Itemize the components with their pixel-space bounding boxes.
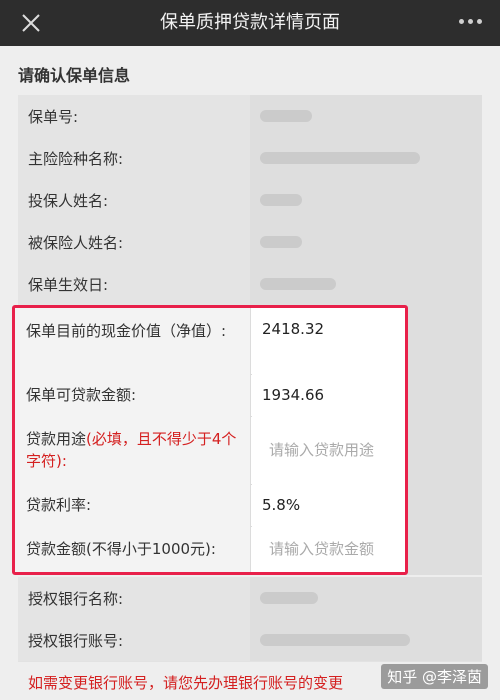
loan-highlight-box: 保单目前的现金价值（净值）: 2418.32 保单可贷款金额: 1934.66 …	[12, 305, 408, 575]
amount-label: 贷款金额(不得小于1000元):	[15, 526, 251, 572]
row-loan-amount: 贷款金额(不得小于1000元):	[15, 526, 405, 572]
cash-value-label: 保单目前的现金价值（净值）:	[15, 308, 251, 374]
rate-value: 5.8%	[252, 484, 405, 526]
row-policyholder-name: 投保人姓名:	[18, 179, 482, 222]
row-label: 主险险种名称:	[18, 137, 250, 179]
loanable-value: 1934.66	[252, 374, 405, 416]
row-value-redacted	[250, 137, 482, 179]
nav-bar: 保单质押贷款详情页面	[0, 0, 500, 46]
row-value-redacted	[250, 179, 482, 221]
purpose-label-text: 贷款用途(必填，且不得少于4个字符):	[26, 429, 237, 471]
purpose-label: 贷款用途(必填，且不得少于4个字符):	[15, 416, 251, 484]
row-insured-name: 被保险人姓名:	[18, 221, 482, 264]
row-value-redacted	[250, 221, 482, 263]
row-bank-name: 授权银行名称:	[18, 577, 482, 620]
row-cash-value: 保单目前的现金价值（净值）: 2418.32	[15, 308, 405, 375]
row-value-redacted	[250, 95, 482, 137]
row-bank-account: 授权银行账号:	[18, 619, 482, 662]
row-label: 授权银行账号:	[18, 619, 250, 661]
row-label: 投保人姓名:	[18, 179, 250, 221]
row-label: 保单生效日:	[18, 263, 250, 305]
rate-label: 贷款利率:	[15, 484, 251, 526]
row-policy-number: 保单号:	[18, 95, 482, 138]
row-value-redacted	[250, 619, 482, 661]
cash-value: 2418.32	[252, 308, 405, 374]
loanable-label: 保单可贷款金额:	[15, 374, 251, 416]
row-label: 被保险人姓名:	[18, 221, 250, 263]
row-loan-rate: 贷款利率: 5.8%	[15, 484, 405, 527]
row-value-redacted	[250, 263, 482, 305]
page-title: 保单质押贷款详情页面	[160, 12, 340, 33]
row-label: 保单号:	[18, 95, 250, 137]
section-title: 请确认保单信息	[18, 66, 131, 85]
row-effective-date: 保单生效日:	[18, 263, 482, 306]
amount-cell	[252, 526, 405, 572]
row-loanable-amount: 保单可贷款金额: 1934.66	[15, 374, 405, 417]
bank-change-notice: 如需变更银行账号，请您先办理银行账号的变更	[28, 674, 344, 692]
more-icon[interactable]	[459, 19, 482, 24]
loan-amount-input[interactable]	[269, 540, 404, 558]
watermark: 知乎 @李泽茵	[381, 664, 488, 689]
row-loan-purpose: 贷款用途(必填，且不得少于4个字符):	[15, 416, 405, 485]
row-main-insurance: 主险险种名称:	[18, 137, 482, 180]
purpose-cell	[252, 416, 405, 484]
row-label: 授权银行名称:	[18, 577, 250, 619]
loan-purpose-input[interactable]	[269, 441, 404, 459]
row-value-redacted	[250, 577, 482, 619]
